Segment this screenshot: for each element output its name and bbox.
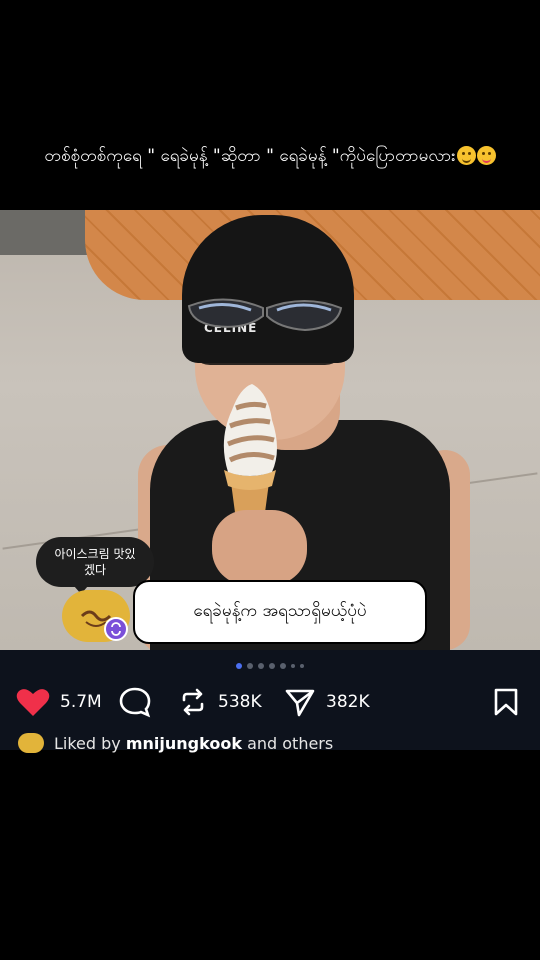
- speech-bubble: 아이스크림 맛있 겠다: [36, 537, 154, 594]
- liked-by-row[interactable]: Liked by mnijungkook and others: [18, 733, 333, 753]
- carousel-dot[interactable]: [269, 663, 275, 669]
- like-button[interactable]: 5.7M: [16, 686, 102, 718]
- comment-button[interactable]: [118, 686, 152, 718]
- post-caption: တစ်စုံတစ်ကုရေ " ရေခဲမုန့် "ဆိုတာ " ရေခဲမ…: [0, 145, 540, 170]
- repost-count: 538K: [218, 692, 262, 712]
- liked-by-suffix: and others: [247, 733, 334, 753]
- share-count: 382K: [326, 692, 370, 712]
- carousel-dot[interactable]: [280, 663, 286, 669]
- comment-icon: [119, 687, 151, 718]
- repost-icon: [182, 688, 204, 716]
- carousel-dot[interactable]: [291, 664, 295, 668]
- bookmark-icon: [494, 688, 518, 716]
- carousel-dot[interactable]: [258, 663, 264, 669]
- tongue-face-icon: [476, 146, 496, 165]
- liker-avatar-icon: [18, 733, 44, 753]
- bookmark-button[interactable]: [492, 686, 520, 718]
- comment-box: ရေခဲမုန့်က အရသာရှိမယ့်ပုံပဲ: [133, 580, 427, 644]
- black-beanie: [182, 215, 354, 363]
- hand: [212, 510, 307, 585]
- heart-icon: [16, 689, 50, 716]
- ice-cream-cone: [223, 384, 277, 523]
- carousel-dot[interactable]: [300, 664, 304, 668]
- action-row: 5.7M 538K 382K: [16, 686, 536, 718]
- share-button[interactable]: 382K: [284, 686, 370, 718]
- liked-by-user[interactable]: mnijungkook: [126, 734, 242, 753]
- comment-text: ရေခဲမုန့်က အရသာရှိမယ့်ပုံပဲ: [193, 600, 367, 621]
- caption-text: တစ်စုံတစ်ကုရေ " ရေခဲမုန့် "ဆိုတာ " ရေခဲမ…: [44, 146, 456, 166]
- carousel-dot[interactable]: [247, 663, 253, 669]
- liked-by-text: Liked by mnijungkook and others: [54, 734, 333, 753]
- like-count: 5.7M: [60, 692, 102, 712]
- send-icon: [285, 689, 315, 717]
- background-wall: [0, 210, 90, 255]
- carousel-dot[interactable]: [236, 663, 242, 669]
- liked-by-prefix: Liked by: [54, 733, 121, 753]
- repost-button[interactable]: 538K: [178, 686, 262, 718]
- sunglasses-icon: [187, 298, 343, 332]
- speech-bubble-text: 아이스크림 맛있 겠다: [54, 547, 136, 577]
- carousel-indicator: [0, 663, 540, 671]
- winking-face-icon: [456, 146, 476, 165]
- repost-badge-icon: [104, 617, 128, 641]
